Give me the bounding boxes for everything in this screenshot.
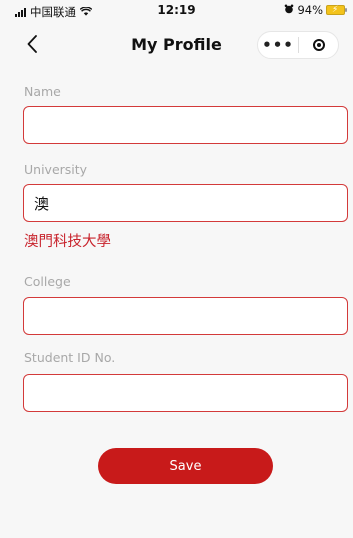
- battery-icon: ⚡: [326, 5, 347, 15]
- close-circle-icon: [312, 39, 325, 51]
- battery-percent: 94%: [297, 3, 323, 17]
- student-id-label: Student ID No.: [24, 350, 116, 365]
- name-field[interactable]: [23, 106, 348, 144]
- student-id-field[interactable]: [23, 374, 348, 412]
- nav-bar: My Profile •••: [0, 26, 353, 62]
- name-label: Name: [24, 84, 61, 99]
- university-field[interactable]: [23, 184, 348, 222]
- more-button[interactable]: •••: [258, 36, 298, 54]
- status-bar: 中国联通 12:19 94% ⚡: [0, 0, 353, 22]
- alarm-icon: [284, 3, 294, 17]
- university-label: University: [24, 162, 88, 177]
- college-field[interactable]: [23, 297, 348, 335]
- mini-program-capsule: •••: [257, 31, 339, 59]
- status-right: 94% ⚡: [284, 3, 347, 17]
- save-button[interactable]: Save: [98, 448, 273, 484]
- university-suggestion[interactable]: 澳門科技大學: [24, 230, 111, 251]
- college-label: College: [24, 274, 71, 289]
- close-miniprogram-button[interactable]: [299, 39, 338, 51]
- profile-screen: 中国联通 12:19 94% ⚡ My Profile ••• Name Uni…: [0, 0, 353, 538]
